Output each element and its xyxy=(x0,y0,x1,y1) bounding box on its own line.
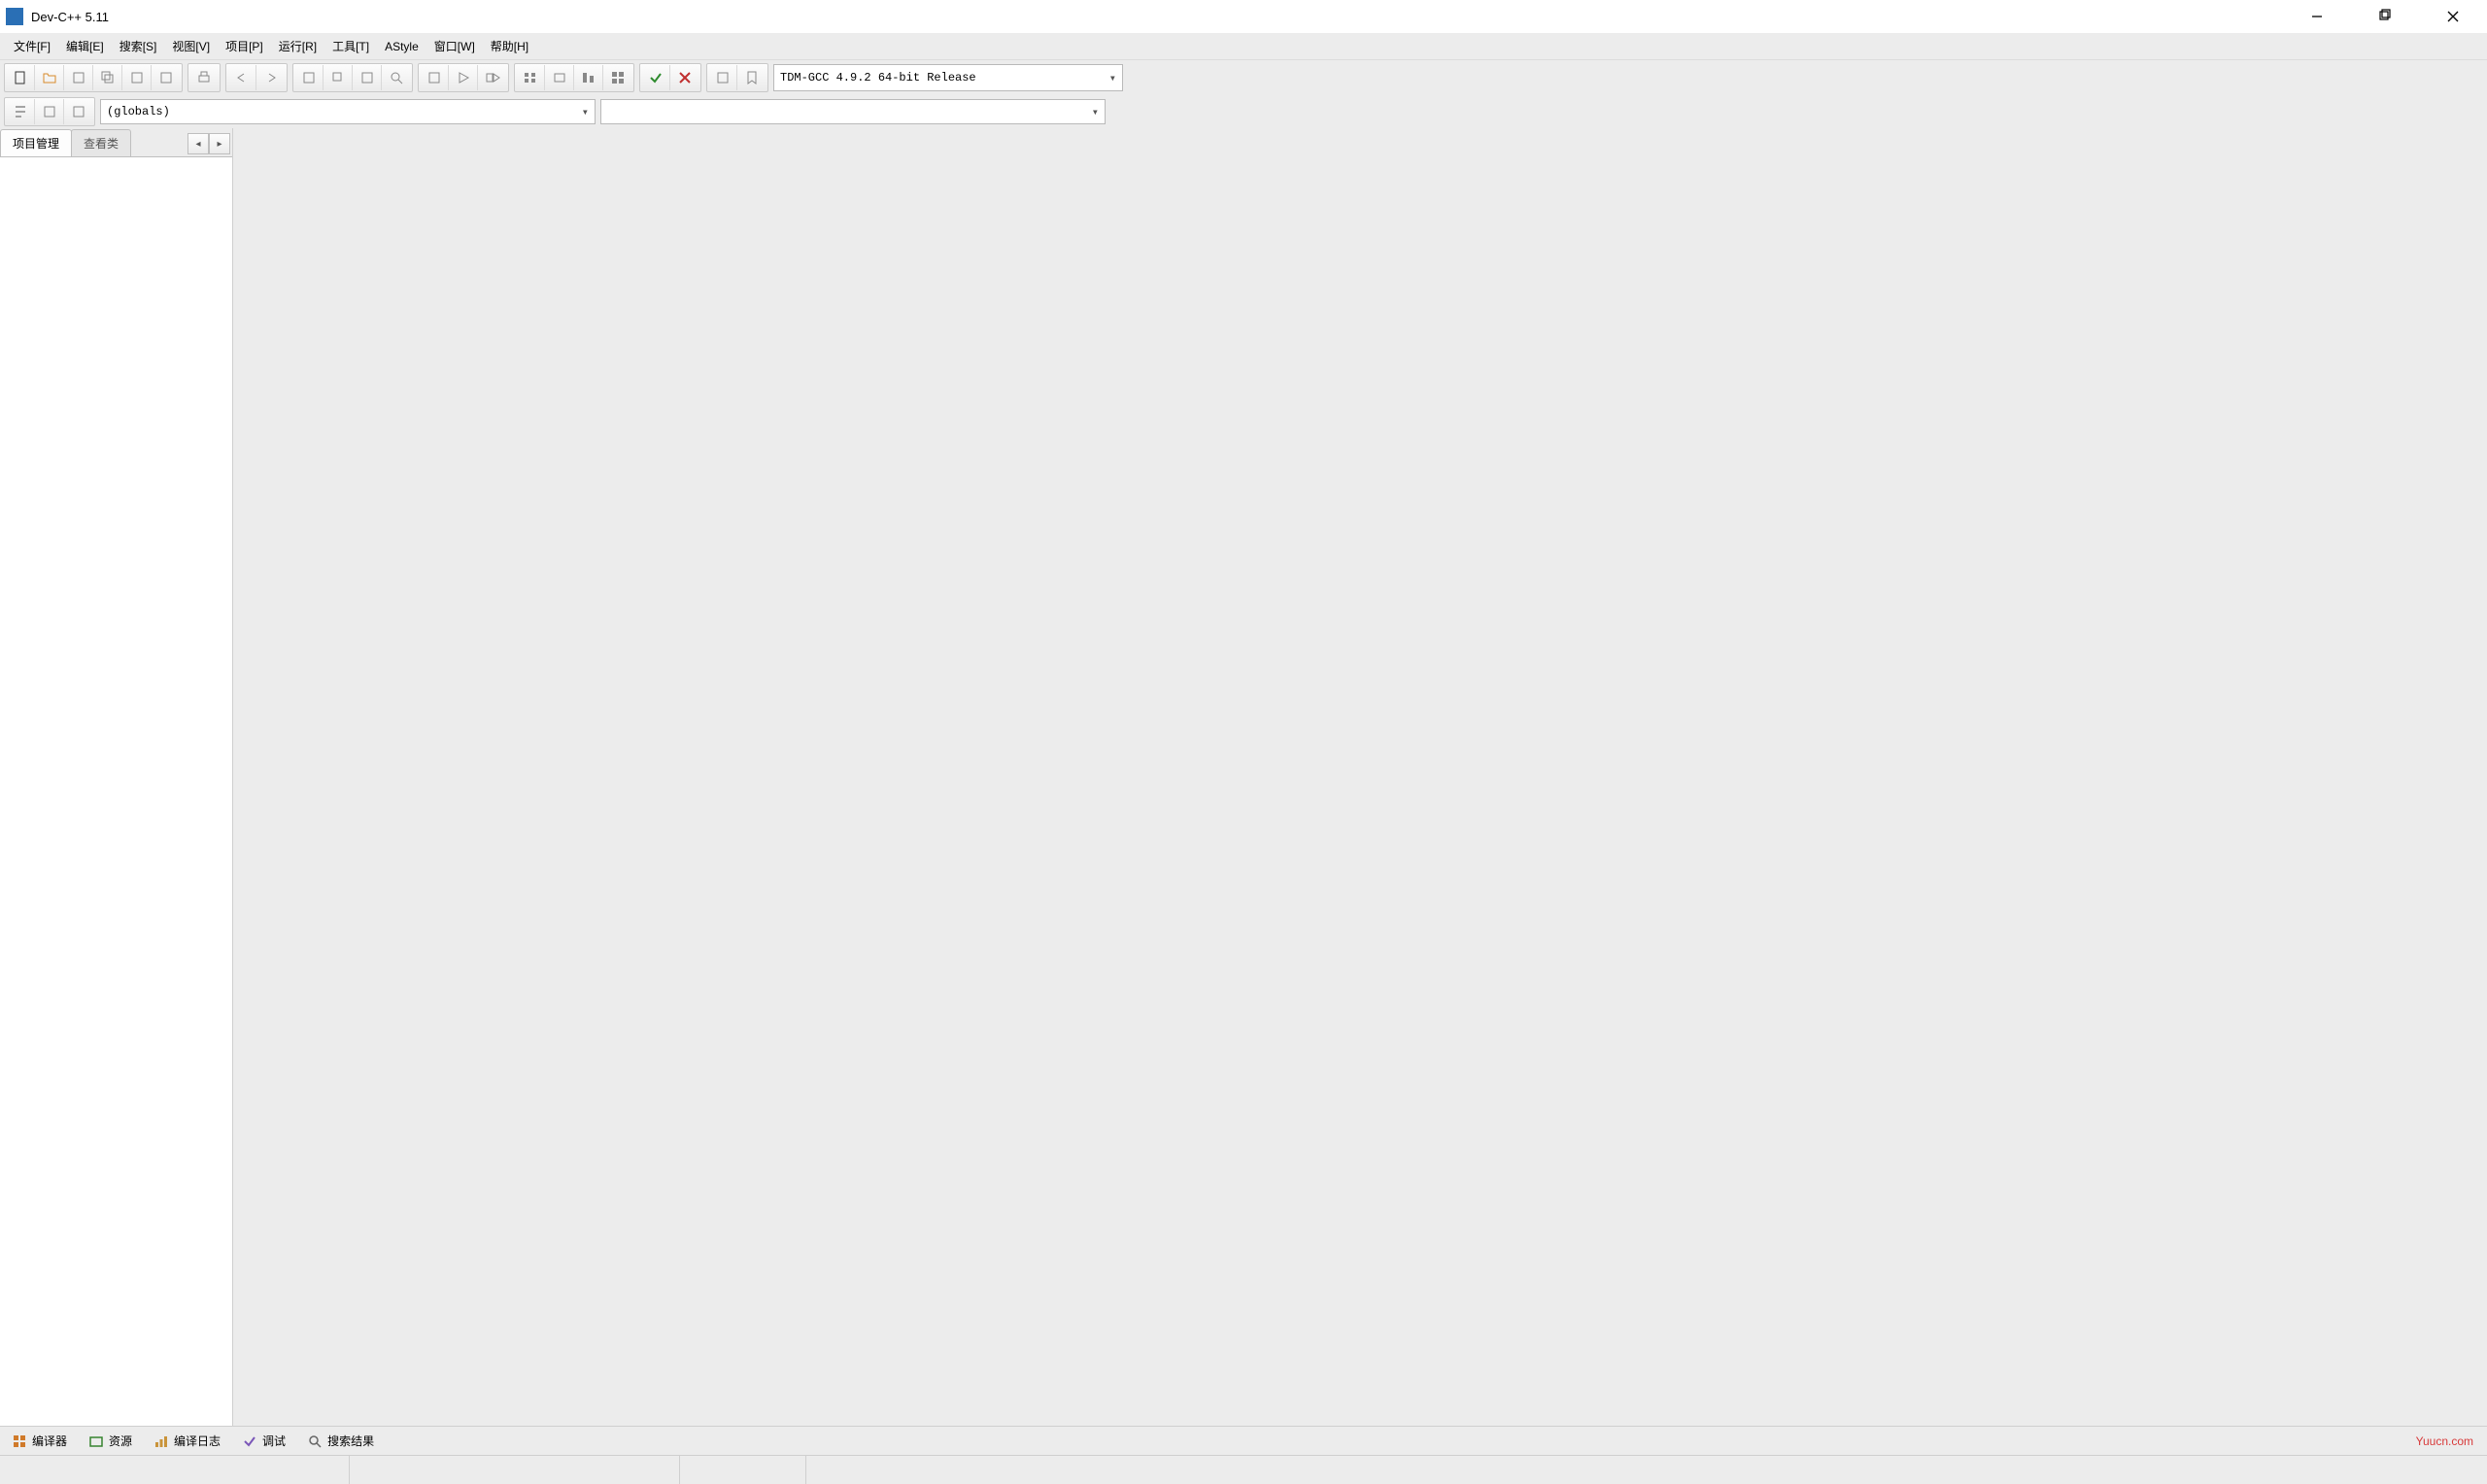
app-icon xyxy=(6,8,23,25)
window-controls xyxy=(2283,0,2487,33)
bookmark-button[interactable] xyxy=(737,65,767,90)
stop-button[interactable] xyxy=(670,65,699,90)
status-segment xyxy=(680,1456,806,1484)
paste-button[interactable] xyxy=(353,65,382,90)
save-as-button[interactable] xyxy=(122,65,152,90)
compiler-select[interactable]: TDM-GCC 4.9.2 64-bit Release ▾ xyxy=(773,64,1123,91)
bottom-tab-search-results[interactable]: 搜索结果 xyxy=(301,1429,380,1453)
menu-run[interactable]: 运行[R] xyxy=(271,34,324,58)
menu-file[interactable]: 文件[F] xyxy=(6,34,58,58)
find-button[interactable] xyxy=(382,65,411,90)
goto-button[interactable] xyxy=(708,65,737,90)
side-tabs: 项目管理 查看类 ◂ ▸ xyxy=(0,128,232,157)
cut-button[interactable] xyxy=(294,65,324,90)
main-area: 项目管理 查看类 ◂ ▸ xyxy=(0,128,2487,1426)
scope-select[interactable]: (globals) ▾ xyxy=(100,99,596,124)
compiler-select-value: TDM-GCC 4.9.2 64-bit Release xyxy=(780,71,976,84)
bottom-tabs: 编译器 资源 编译日志 调试 搜索结果 Yuucn.com xyxy=(0,1426,2487,1455)
print-button[interactable] xyxy=(189,65,219,90)
maximize-button[interactable] xyxy=(2351,0,2419,33)
status-segment xyxy=(350,1456,680,1484)
side-tab-nav-left[interactable]: ◂ xyxy=(187,133,209,154)
run-button[interactable] xyxy=(449,65,478,90)
chevron-down-icon: ▾ xyxy=(582,105,589,119)
scope-select-value: (globals) xyxy=(107,105,170,118)
menu-project[interactable]: 项目[P] xyxy=(218,34,271,58)
status-bar xyxy=(0,1455,2487,1484)
menu-astyle[interactable]: AStyle xyxy=(377,36,426,57)
copy-button[interactable] xyxy=(324,65,353,90)
chevron-down-icon: ▾ xyxy=(1092,105,1099,119)
close-button[interactable] xyxy=(2419,0,2487,33)
undo-button[interactable] xyxy=(227,65,256,90)
side-tab-nav-right[interactable]: ▸ xyxy=(209,133,230,154)
menu-window[interactable]: 窗口[W] xyxy=(426,34,483,58)
search-icon xyxy=(307,1433,323,1449)
grid-icon xyxy=(12,1433,27,1449)
bottom-tab-resources[interactable]: 资源 xyxy=(83,1429,138,1453)
side-panel: 项目管理 查看类 ◂ ▸ xyxy=(0,128,233,1426)
close-file-button[interactable] xyxy=(152,65,181,90)
window-title: Dev-C++ 5.11 xyxy=(31,10,109,24)
bottom-tab-compile-log[interactable]: 编译日志 xyxy=(148,1429,226,1453)
menu-edit[interactable]: 编辑[E] xyxy=(58,34,112,58)
title-bar: Dev-C++ 5.11 xyxy=(0,0,2487,33)
bottom-tab-label: 编译日志 xyxy=(174,1433,221,1449)
grid-button[interactable] xyxy=(603,65,632,90)
check-button[interactable] xyxy=(641,65,670,90)
menu-bar: 文件[F] 编辑[E] 搜索[S] 视图[V] 项目[P] 运行[R] 工具[T… xyxy=(0,33,2487,60)
main-toolbar: TDM-GCC 4.9.2 64-bit Release ▾ xyxy=(0,60,2487,95)
minimize-button[interactable] xyxy=(2283,0,2351,33)
save-all-button[interactable] xyxy=(93,65,122,90)
new-file-button[interactable] xyxy=(6,65,35,90)
toggle-bookmark-button[interactable] xyxy=(35,99,64,124)
side-tab-classes[interactable]: 查看类 xyxy=(71,129,131,156)
status-segment xyxy=(0,1456,350,1484)
menu-help[interactable]: 帮助[H] xyxy=(483,34,536,58)
bottom-tab-label: 搜索结果 xyxy=(327,1433,374,1449)
compile-button[interactable] xyxy=(420,65,449,90)
scope-toolbar: (globals) ▾ ▾ xyxy=(0,95,2487,128)
next-bookmark-button[interactable] xyxy=(64,99,93,124)
chevron-down-icon: ▾ xyxy=(1109,71,1116,85)
check-icon xyxy=(242,1433,257,1449)
chart-icon xyxy=(153,1433,169,1449)
profile-button[interactable] xyxy=(574,65,603,90)
redo-button[interactable] xyxy=(256,65,286,90)
bottom-tab-label: 调试 xyxy=(262,1433,286,1449)
bottom-tab-compiler[interactable]: 编译器 xyxy=(6,1429,73,1453)
rebuild-button[interactable] xyxy=(516,65,545,90)
menu-tools[interactable]: 工具[T] xyxy=(324,34,377,58)
goto-line-button[interactable] xyxy=(6,99,35,124)
watermark: Yuucn.com xyxy=(2416,1434,2473,1448)
bottom-tab-label: 资源 xyxy=(109,1433,132,1449)
debug-button[interactable] xyxy=(545,65,574,90)
side-tab-project[interactable]: 项目管理 xyxy=(0,129,72,156)
compile-run-button[interactable] xyxy=(478,65,507,90)
save-button[interactable] xyxy=(64,65,93,90)
open-file-button[interactable] xyxy=(35,65,64,90)
menu-view[interactable]: 视图[V] xyxy=(164,34,218,58)
member-select[interactable]: ▾ xyxy=(600,99,1106,124)
resource-icon xyxy=(88,1433,104,1449)
editor-area[interactable] xyxy=(233,128,2487,1426)
bottom-tab-label: 编译器 xyxy=(32,1433,67,1449)
menu-search[interactable]: 搜索[S] xyxy=(112,34,165,58)
bottom-tab-debug[interactable]: 调试 xyxy=(236,1429,291,1453)
project-tree[interactable] xyxy=(0,157,232,1426)
